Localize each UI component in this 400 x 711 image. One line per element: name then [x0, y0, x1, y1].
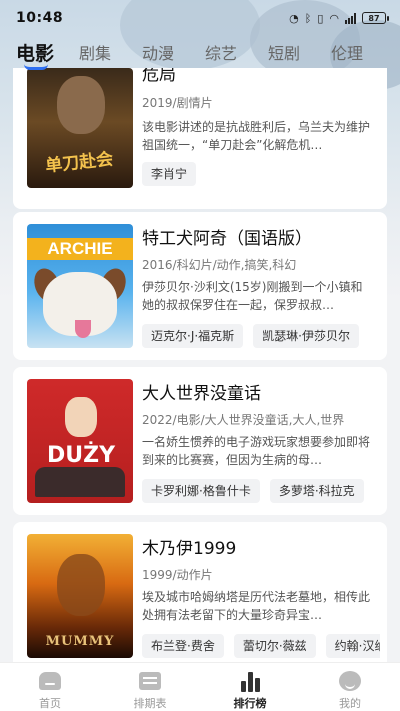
status-time: 10:48	[16, 10, 64, 26]
movie-title[interactable]: 危局	[142, 68, 176, 85]
movie-meta: 2016/科幻片/动作,搞笑,科幻	[142, 258, 297, 272]
movie-card[interactable]: DUŻY 大人世界没童话 2022/电影/大人世界没童话,大人,世界 一名娇生惯…	[13, 367, 387, 515]
movie-poster[interactable]: MUMMY	[27, 534, 133, 658]
movie-description: 埃及城市哈姆纳塔是历代法老墓地，相传此处拥有法老留下的大量珍奇异宝…	[142, 590, 370, 622]
nav-profile[interactable]: 我的	[300, 663, 400, 711]
signal-icon	[345, 12, 356, 24]
tab-movies[interactable]: 电影	[16, 39, 79, 70]
movie-title[interactable]: 木乃伊1999	[142, 534, 236, 559]
nav-label: 我的	[339, 697, 361, 710]
profile-icon	[338, 670, 362, 691]
actor-tag[interactable]: 李肖宁	[142, 162, 197, 186]
nav-label: 排期表	[133, 697, 167, 710]
actor-tag[interactable]: 约翰·汉纳	[325, 634, 380, 658]
battery-icon: 87	[362, 12, 389, 24]
actor-list: 迈克尔·J·福克斯 凯瑟琳·伊莎贝尔	[142, 324, 380, 348]
movie-title[interactable]: 大人世界没童话	[142, 379, 261, 404]
actor-tag[interactable]: 凯瑟琳·伊莎贝尔	[253, 324, 359, 348]
vibrate-icon: ▯	[317, 11, 324, 25]
movie-poster[interactable]: 单刀赴会	[27, 68, 133, 188]
movie-description: 伊莎贝尔·沙利文(15岁)刚搬到一个小镇和她的叔叔保罗住在一起，保罗叔叔…	[142, 280, 363, 312]
nav-home[interactable]: 首页	[0, 663, 100, 711]
actor-tag[interactable]: 迈克尔·J·福克斯	[142, 324, 244, 348]
wifi-icon: ◠	[329, 11, 339, 25]
tab-ethics[interactable]: 伦理	[331, 40, 394, 64]
status-bar: 10:48 ◔ ᛒ ▯ ◠ 87	[0, 0, 400, 36]
movie-meta: 2019/剧情片	[142, 96, 213, 110]
calendar-icon	[138, 670, 162, 691]
movie-description: 该电影讲述的是抗战胜利后，乌兰夫为维护祖国统一，“单刀赴会”化解危机…	[142, 120, 370, 152]
tab-short-drama[interactable]: 短剧	[268, 40, 331, 64]
actor-list: 李肖宁	[142, 162, 380, 186]
movie-poster[interactable]: ARCHIE	[27, 224, 133, 348]
actor-list: 布兰登·费舍 蕾切尔·薇兹 约翰·汉纳	[142, 634, 380, 658]
movie-title[interactable]: 特工犬阿奇（国语版）	[142, 224, 312, 249]
movie-meta: 2022/电影/大人世界没童话,大人,世界	[142, 413, 345, 427]
ranking-icon	[238, 670, 262, 692]
category-tabs: 电影 剧集 动漫 综艺 短剧 伦理	[0, 36, 400, 70]
movie-meta: 1999/动作片	[142, 568, 213, 582]
tab-variety[interactable]: 综艺	[205, 40, 268, 64]
nav-label: 首页	[39, 697, 61, 710]
movie-description: 一名娇生惯养的电子游戏玩家想要参加即将到来的比赛赛，但因为生病的母…	[142, 435, 370, 467]
movie-poster[interactable]: DUŻY	[27, 379, 133, 503]
movie-card[interactable]: MUMMY 木乃伊1999 1999/动作片 埃及城市哈姆纳塔是历代法老墓地，相…	[13, 522, 387, 662]
home-icon	[38, 670, 62, 691]
actor-tag[interactable]: 卡罗利娜·格鲁什卡	[142, 479, 260, 503]
alarm-icon: ◔	[289, 11, 299, 25]
actor-list: 卡罗利娜·格鲁什卡 多萝塔·科拉克	[142, 479, 380, 503]
bluetooth-icon: ᛒ	[304, 11, 312, 25]
bottom-navigation: 首页 排期表 排行榜 我的	[0, 662, 400, 711]
actor-tag[interactable]: 多萝塔·科拉克	[269, 479, 364, 503]
active-tab-indicator	[24, 64, 48, 70]
nav-label: 排行榜	[233, 697, 267, 710]
movie-card[interactable]: ARCHIE 特工犬阿奇（国语版） 2016/科幻片/动作,搞笑,科幻 伊莎贝尔…	[13, 212, 387, 360]
tab-series[interactable]: 剧集	[79, 40, 142, 64]
nav-ranking[interactable]: 排行榜	[200, 663, 300, 711]
actor-tag[interactable]: 蕾切尔·薇兹	[233, 634, 316, 658]
nav-schedule[interactable]: 排期表	[100, 663, 200, 711]
status-icons: ◔ ᛒ ▯ ◠ 87	[289, 11, 389, 25]
movie-card[interactable]: 单刀赴会 危局 2019/剧情片 该电影讲述的是抗战胜利后，乌兰夫为维护祖国统一…	[13, 68, 387, 209]
actor-tag[interactable]: 布兰登·费舍	[142, 634, 224, 658]
movie-list[interactable]: 单刀赴会 危局 2019/剧情片 该电影讲述的是抗战胜利后，乌兰夫为维护祖国统一…	[13, 68, 387, 662]
tab-anime[interactable]: 动漫	[142, 40, 205, 64]
